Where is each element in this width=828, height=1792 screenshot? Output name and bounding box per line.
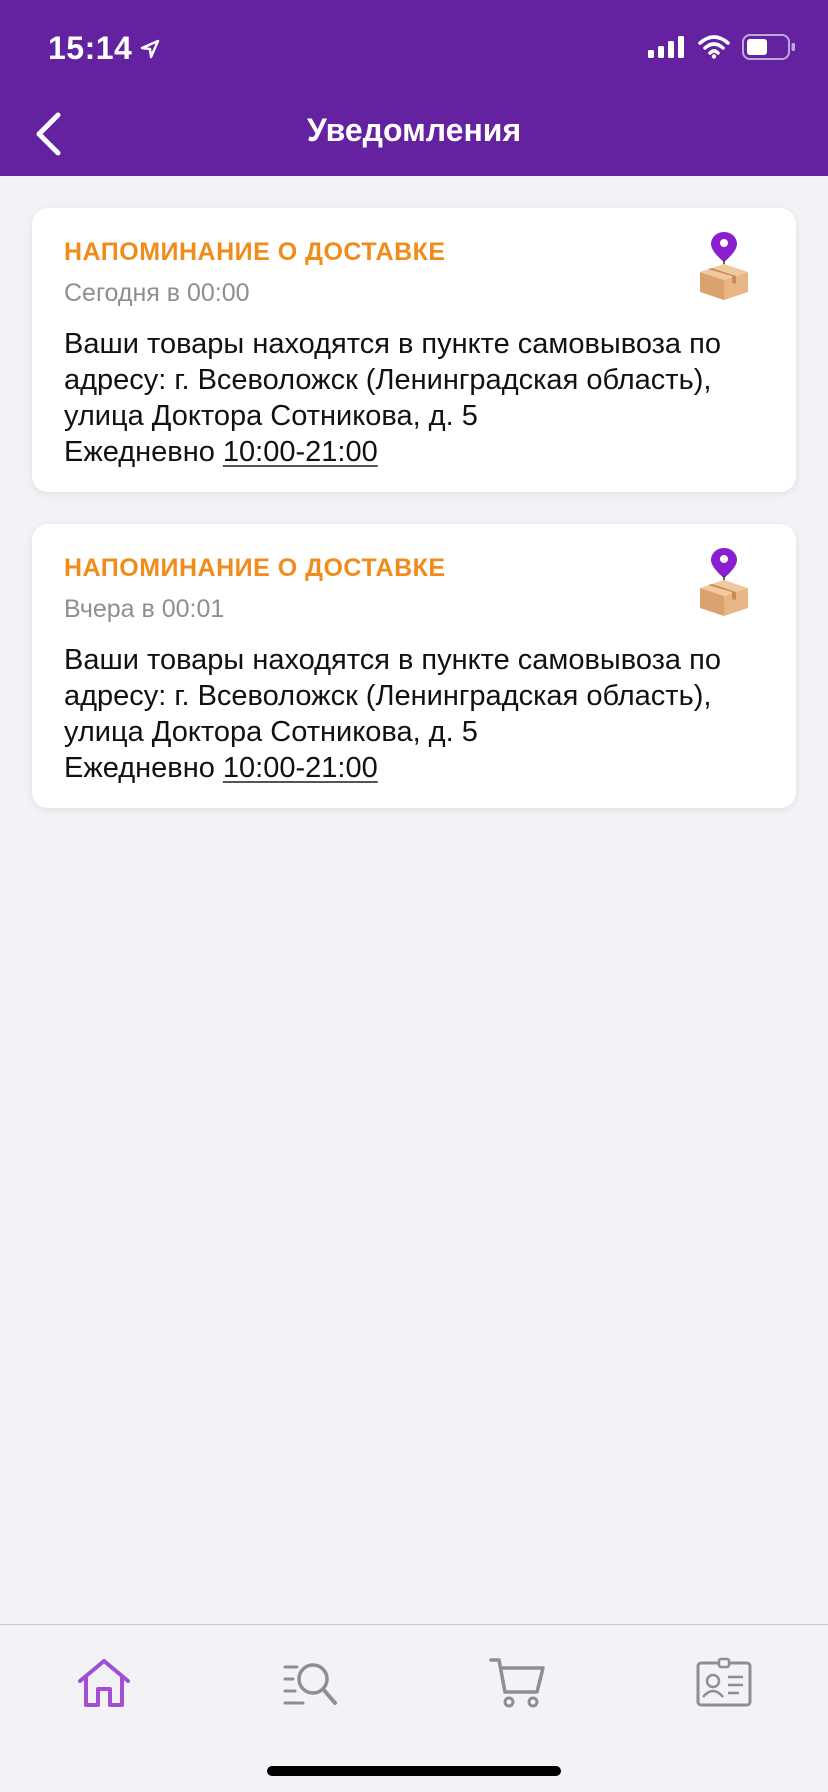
status-bar-indicators [648, 34, 796, 60]
notification-title: НАПОМИНАНИЕ О ДОСТАВКЕ [64, 554, 446, 582]
tab-profile[interactable] [694, 1653, 754, 1713]
notifications-list: НАПОМИНАНИЕ О ДОСТАВКЕ Сегодня в 00:00 В… [32, 208, 796, 840]
profile-card-icon [696, 1657, 752, 1707]
notification-body: Ваши товары находятся в пункте самовывоз… [64, 642, 764, 786]
home-icon [78, 1659, 130, 1707]
tab-home[interactable] [74, 1653, 134, 1713]
home-indicator[interactable] [267, 1766, 561, 1776]
tab-bar [0, 1624, 828, 1792]
cart-icon [489, 1658, 545, 1708]
notification-time: Сегодня в 00:00 [64, 279, 250, 307]
page-title: Уведомления [306, 112, 522, 148]
schedule-prefix: Ежедневно [64, 752, 215, 784]
search-icon [283, 1663, 337, 1705]
notification-card[interactable]: НАПОМИНАНИЕ О ДОСТАВКЕ Вчера в 00:01 Ваш… [32, 524, 796, 808]
notification-title: НАПОМИНАНИЕ О ДОСТАВКЕ [64, 238, 446, 266]
package-location-icon [700, 548, 748, 616]
notification-text: Ваши товары находятся в пункте самовывоз… [64, 328, 721, 432]
notification-card[interactable]: НАПОМИНАНИЕ О ДОСТАВКЕ Сегодня в 00:00 В… [32, 208, 796, 492]
location-arrow-icon [141, 39, 160, 58]
status-bar-time: 15:14 [48, 30, 160, 67]
package-location-icon [700, 232, 748, 300]
wifi-icon [698, 35, 730, 59]
nav-header: 15:14 Уведомления [0, 0, 828, 176]
notification-text: Ваши товары находятся в пункте самовывоз… [64, 644, 721, 748]
tab-search[interactable] [280, 1653, 340, 1713]
schedule-hours: 10:00-21:00 [222, 436, 378, 468]
notification-time: Вчера в 00:01 [64, 595, 225, 623]
notification-body: Ваши товары находятся в пункте самовывоз… [64, 326, 764, 470]
battery-icon [742, 34, 795, 60]
signal-icon [648, 36, 684, 58]
status-time-text: 15:14 [48, 30, 133, 66]
schedule-prefix: Ежедневно [64, 436, 215, 468]
tab-cart[interactable] [488, 1653, 548, 1713]
schedule-hours: 10:00-21:00 [222, 752, 378, 784]
